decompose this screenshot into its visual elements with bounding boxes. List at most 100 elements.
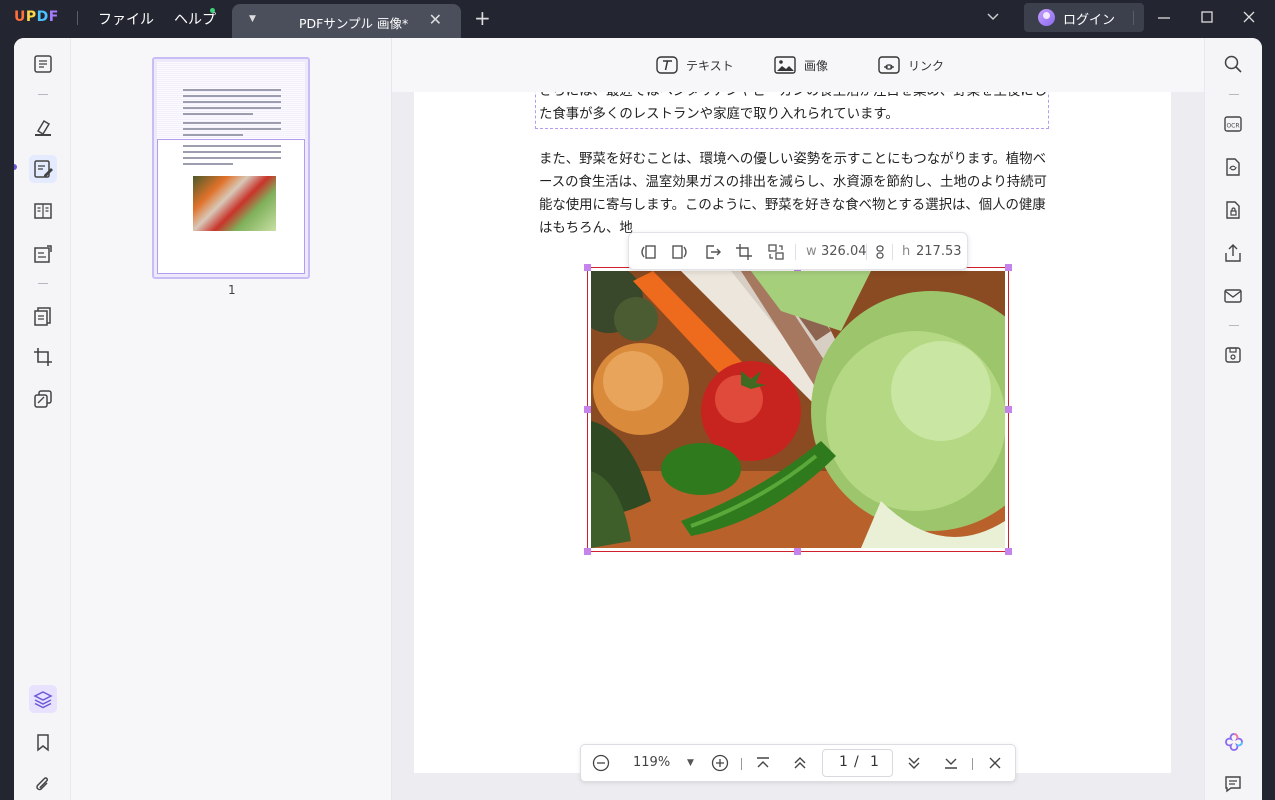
chevron-down-icon[interactable]	[985, 8, 1001, 24]
active-indicator-dot	[14, 164, 17, 170]
paperclip-icon	[36, 777, 48, 791]
extract-image-icon[interactable]	[704, 243, 722, 261]
zoom-separator	[741, 758, 742, 770]
right-toolbar: OCR	[1204, 38, 1262, 800]
bookmark-icon	[37, 734, 49, 752]
thumbnail-page	[157, 62, 305, 274]
minimize-icon[interactable]	[1156, 10, 1172, 26]
height-value[interactable]: 217.53	[916, 244, 962, 259]
paragraph-line[interactable]: さらには、最近ではベジタリアンやビーガンの食生活が注目を集め、野菜を主役にし	[539, 92, 1047, 103]
rotate-right-icon[interactable]	[671, 243, 689, 261]
share-icon[interactable]	[1223, 243, 1243, 263]
thumbnail-image	[193, 176, 276, 231]
thumbnail-panel: 1	[71, 38, 392, 800]
add-image-tool[interactable]: 画像	[774, 56, 828, 74]
thumbnail-text-line	[183, 95, 281, 97]
attachment-button[interactable]	[29, 771, 57, 799]
zoom-dropdown-icon[interactable]: ▼	[687, 758, 694, 768]
thumbnail-text-line	[183, 151, 281, 153]
resize-handle-w[interactable]	[584, 406, 591, 413]
paragraph-line[interactable]: 能な使用に寄与します。このように、野菜を好きな食べ物とする選択は、個人の健康	[539, 194, 1046, 217]
save-icon[interactable]	[1223, 345, 1243, 365]
title-separator	[1133, 11, 1134, 25]
thumbnail-text-line	[183, 89, 281, 91]
resize-handle-sw[interactable]	[584, 548, 591, 555]
add-link-tool[interactable]: リンク	[878, 56, 944, 74]
menu-file[interactable]: ファイル	[98, 9, 154, 29]
reader-icon	[34, 55, 52, 73]
thumbnail-text-line	[183, 145, 281, 147]
page-separator: /	[854, 754, 859, 770]
paragraph-line[interactable]: また、野菜を好むことは、環境への優しい姿勢を示すことにもつながります。植物ベ	[539, 148, 1046, 171]
toolbar-separator	[38, 94, 48, 95]
edit-toolbar: テキスト 画像 リンク	[392, 38, 1204, 92]
thumbnail-text-line	[183, 113, 253, 115]
replace-image-icon[interactable]	[767, 243, 785, 261]
resize-handle-e[interactable]	[1005, 406, 1012, 413]
tab-dropdown-icon[interactable]: ▼	[249, 14, 256, 24]
bookmark-button[interactable]	[29, 728, 57, 756]
page-number-input[interactable]: 1 / 1	[822, 749, 893, 777]
page-thumbnail[interactable]	[152, 57, 310, 279]
search-icon[interactable]	[1223, 54, 1243, 74]
paragraph-line[interactable]: はもちろん、地	[539, 217, 633, 240]
toolbar-separator	[1229, 94, 1239, 95]
new-tab-icon[interactable]: +	[474, 6, 491, 30]
mail-icon[interactable]	[1223, 286, 1243, 306]
lock-ratio-icon[interactable]	[873, 243, 887, 261]
first-page-icon[interactable]	[754, 754, 772, 772]
zoom-out-icon[interactable]	[592, 754, 610, 772]
close-zoom-bar-icon[interactable]	[986, 754, 1004, 772]
resize-handle-se[interactable]	[1005, 548, 1012, 555]
stack-tools-icon	[34, 390, 52, 408]
reader-mode-button[interactable]	[29, 50, 57, 78]
page-layout-button[interactable]	[29, 197, 57, 225]
tab-close-icon[interactable]: ✕	[429, 10, 442, 29]
document-tab[interactable]: ▼ PDFサンプル 画像* ✕	[232, 4, 461, 38]
layers-button[interactable]	[29, 685, 57, 713]
next-page-icon[interactable]	[905, 754, 923, 772]
zoom-in-icon[interactable]	[711, 754, 729, 772]
help-notification-dot	[210, 8, 215, 13]
image-edit-toolbar: w 326.04 h 217.53	[628, 232, 968, 270]
previous-page-icon[interactable]	[791, 754, 809, 772]
updf-logo: UPDF	[14, 9, 59, 25]
comment-tool-button[interactable]	[29, 113, 57, 141]
add-text-tool[interactable]: テキスト	[656, 56, 734, 74]
link-tool-icon	[878, 56, 900, 74]
fill-sign-button[interactable]	[29, 240, 57, 268]
maximize-icon[interactable]	[1200, 10, 1214, 24]
resize-handle-nw[interactable]	[584, 264, 591, 271]
ocr-icon[interactable]: OCR	[1223, 114, 1243, 134]
thumbnail-text-line	[183, 107, 281, 109]
edit-pdf-button[interactable]	[29, 155, 57, 183]
login-button[interactable]: ログイン	[1024, 3, 1144, 32]
title-bar: UPDF ファイル ヘルプ ▼ PDFサンプル 画像* ✕ + ログイン	[0, 0, 1275, 38]
close-window-icon[interactable]	[1242, 10, 1256, 24]
selected-image-frame[interactable]	[587, 267, 1009, 552]
resize-handle-ne[interactable]	[1005, 264, 1012, 271]
thumbnail-text-line	[183, 128, 281, 130]
crop-image-icon[interactable]	[735, 243, 753, 261]
comments-icon[interactable]	[1223, 774, 1243, 794]
protect-icon[interactable]	[1223, 200, 1243, 220]
resize-handle-s[interactable]	[794, 548, 801, 555]
thumbnail-text-line	[183, 163, 233, 165]
crop-pages-button[interactable]	[29, 343, 57, 371]
convert-icon[interactable]	[1223, 157, 1243, 177]
last-page-icon[interactable]	[942, 754, 960, 772]
tools-button[interactable]	[29, 385, 57, 413]
vegetables-photo[interactable]	[591, 271, 1005, 548]
paragraph-line[interactable]: た食事が多くのレストランや家庭で取り入れられています。	[539, 103, 899, 126]
organize-pages-button[interactable]	[29, 302, 57, 330]
app-frame: 1 テキスト 画像 リンク さらには、最近ではベジタリアンやビーガンの食生活が注…	[14, 38, 1262, 800]
width-value[interactable]: 326.04	[821, 244, 867, 259]
ai-assistant-icon[interactable]	[1223, 731, 1245, 753]
zoom-toolbar: 119% ▼ 1 / 1	[580, 744, 1016, 782]
edit-pdf-icon	[34, 160, 53, 178]
width-label: w	[806, 244, 817, 259]
paragraph-line[interactable]: ースの食生活は、温室効果ガスの排出を減らし、水資源を節約し、土地のより持続可	[539, 171, 1047, 194]
zoom-level[interactable]: 119%	[633, 755, 670, 770]
login-label: ログイン	[1063, 13, 1116, 28]
rotate-left-icon[interactable]	[639, 243, 657, 261]
